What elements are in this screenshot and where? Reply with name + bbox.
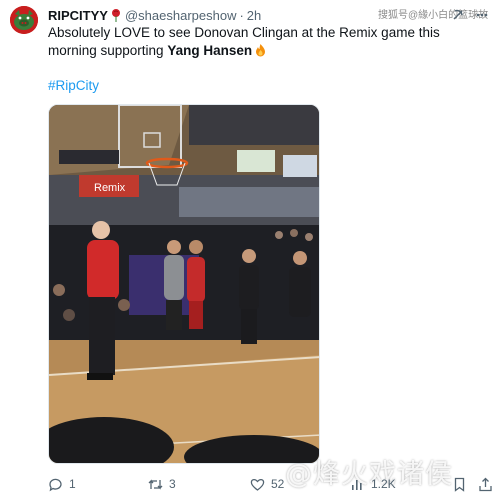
retweet-count: 3 (169, 477, 176, 491)
reply-button[interactable]: 1 (48, 477, 76, 492)
retweet-button[interactable]: 3 (148, 477, 176, 492)
watermark-top: 搜狐号@緣小白的篮球故 (378, 10, 489, 21)
tweet-header: RIPCITYY @shaesharpeshow · 2h (48, 6, 261, 24)
tweet-actions-bar: 1 3 52 1.2K (48, 474, 494, 494)
avatar[interactable] (10, 6, 38, 34)
tweet: RIPCITYY @shaesharpeshow · 2h 搜狐号@緣小白的篮球… (0, 0, 501, 500)
views-button[interactable]: 1.2K (350, 477, 396, 492)
tweet-text-bold-name[interactable]: Yang Hansen (167, 43, 252, 58)
fire-emoji-icon (254, 43, 267, 57)
pig-logo-icon (10, 6, 38, 34)
separator-dot: · (239, 7, 244, 23)
share-icon (479, 477, 492, 491)
reply-count: 1 (69, 477, 76, 491)
arena-banner-text: Remix (94, 182, 126, 194)
rose-icon (110, 8, 122, 22)
view-count: 1.2K (371, 477, 396, 491)
tweet-text: Absolutely LOVE to see Donovan Clingan a… (48, 24, 488, 60)
like-button[interactable]: 52 (250, 477, 284, 492)
basketball-photo: Remix (49, 105, 319, 463)
views-bar-chart-icon (352, 479, 362, 490)
bookmark-icon (454, 477, 465, 492)
like-count: 52 (271, 477, 285, 491)
retweet-icon (148, 478, 163, 490)
bookmark-button[interactable] (452, 477, 467, 492)
display-name[interactable]: RIPCITYY (48, 8, 108, 23)
timestamp[interactable]: 2h (247, 8, 261, 23)
more-options-icon[interactable] (475, 8, 489, 22)
heart-icon (250, 478, 265, 491)
tweet-media-photo[interactable]: Remix (48, 104, 320, 464)
reply-icon (49, 478, 62, 491)
grok-icon[interactable] (451, 8, 465, 22)
share-button[interactable] (478, 477, 493, 492)
user-handle[interactable]: @shaesharpeshow (125, 8, 236, 23)
hashtag-link[interactable]: #RipCity (48, 78, 99, 93)
